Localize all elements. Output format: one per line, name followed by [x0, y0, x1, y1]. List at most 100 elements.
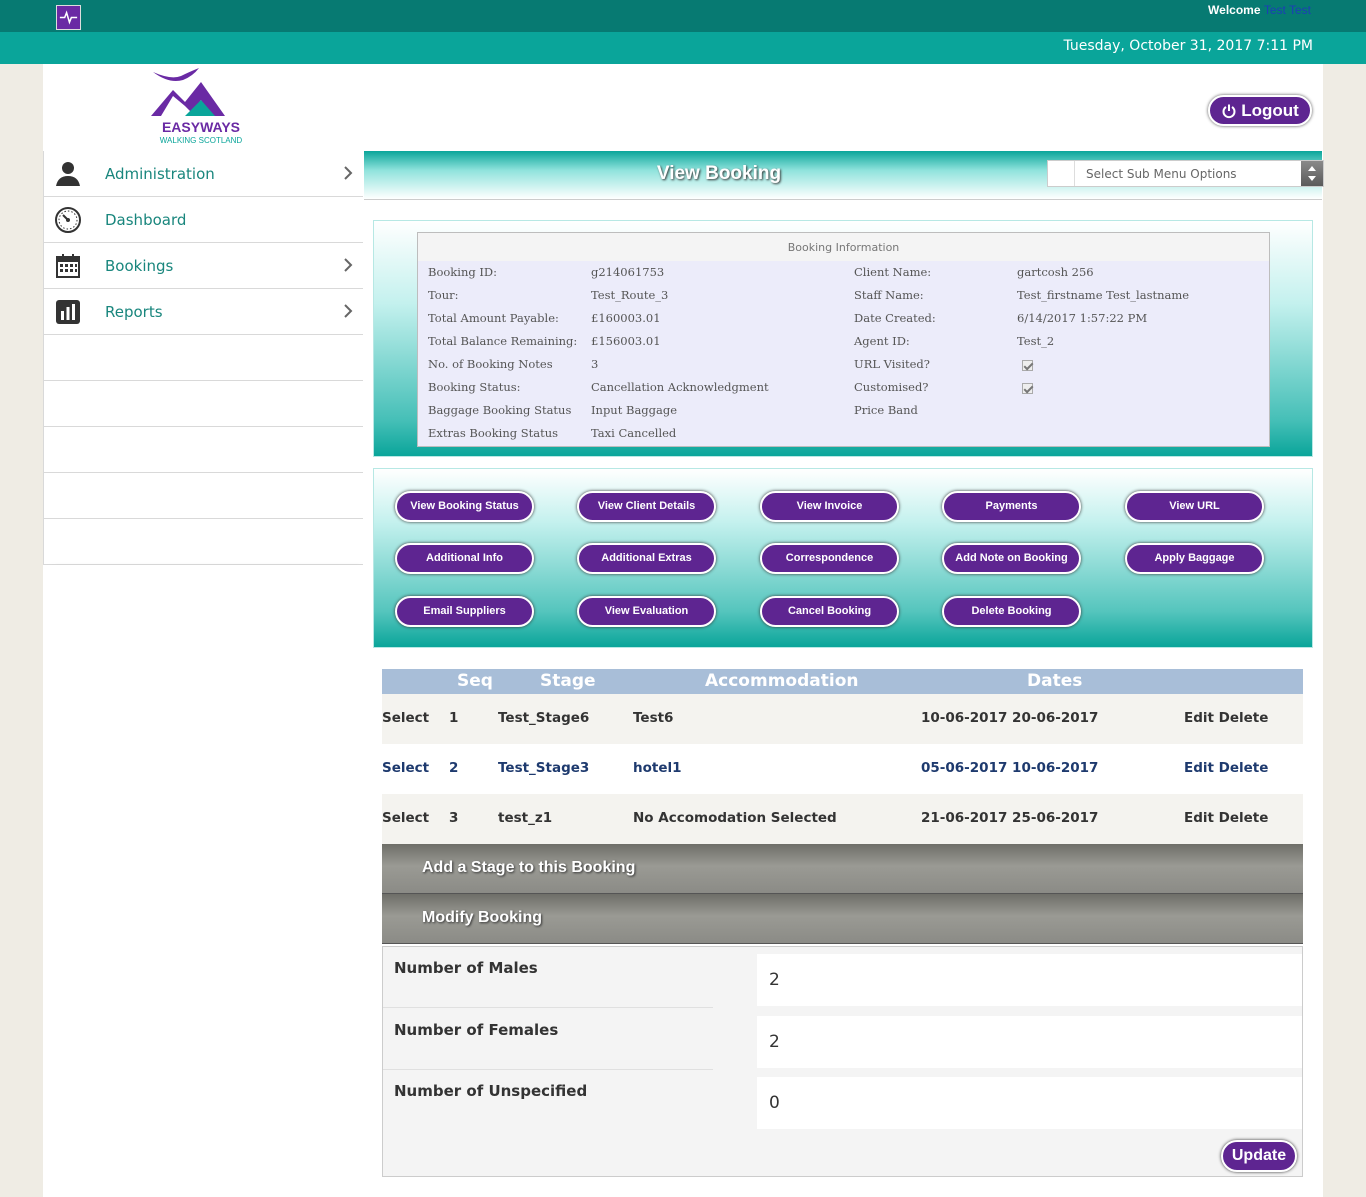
- view-url-button[interactable]: View URL: [1125, 491, 1264, 522]
- datetime: Tuesday, October 31, 2017 7:11 PM: [1063, 38, 1313, 54]
- edit-delete-links[interactable]: Edit Delete: [1184, 760, 1268, 776]
- info-row: Staff Name: Test_firstname Test_lastname: [418, 288, 1271, 306]
- info-value: gartcosh 256: [1017, 265, 1094, 279]
- sidebar-filler: [43, 565, 363, 1197]
- info-row: Date Created: 6/14/2017 1:57:22 PM: [418, 311, 1271, 329]
- calendar-icon: [53, 251, 83, 281]
- cancel-booking-button[interactable]: Cancel Booking: [760, 596, 899, 627]
- customised-checkbox[interactable]: [1022, 383, 1033, 394]
- info-row: Client Name: gartcosh 256: [418, 265, 1271, 283]
- url-visited-checkbox[interactable]: [1022, 360, 1033, 371]
- additional-extras-button[interactable]: Additional Extras: [577, 543, 716, 574]
- accommodation-cell: hotel1: [633, 760, 682, 776]
- svg-text:EASYWAYS: EASYWAYS: [162, 119, 240, 135]
- sidebar-item-label: Administration: [105, 164, 215, 183]
- submenu-left: [1048, 161, 1075, 186]
- select-link[interactable]: Select: [382, 760, 429, 776]
- dates-cell: 10-06-2017 20-06-2017: [921, 710, 1099, 726]
- info-label: Client Name:: [854, 265, 932, 279]
- unspecified-field[interactable]: [757, 1077, 1302, 1129]
- unspecified-label: Number of Unspecified: [394, 1082, 588, 1100]
- sidebar-empty-item: [43, 519, 363, 565]
- submenu-placeholder: Select Sub Menu Options: [1086, 167, 1237, 181]
- chevron-right-icon: [344, 304, 353, 318]
- females-field[interactable]: [757, 1016, 1302, 1068]
- info-row: Customised?: [418, 380, 1271, 398]
- males-field[interactable]: [757, 954, 1302, 1006]
- accommodation-cell: No Accomodation Selected: [633, 810, 837, 826]
- modify-booking-form: Number of Males Number of Females Number…: [382, 946, 1303, 1177]
- update-button[interactable]: Update: [1221, 1140, 1297, 1172]
- sidebar-empty-item: [43, 381, 363, 427]
- pulse-icon[interactable]: [56, 5, 81, 30]
- info-label: Extras Booking Status: [428, 426, 559, 440]
- accommodation-cell: Test6: [633, 710, 674, 726]
- dashboard-icon: [53, 205, 83, 235]
- stage-cell: test_z1: [498, 810, 553, 826]
- add-stage-bar[interactable]: Add a Stage to this Booking: [382, 844, 1303, 894]
- select-link[interactable]: Select: [382, 810, 429, 826]
- view-evaluation-button[interactable]: View Evaluation: [577, 596, 716, 627]
- stage-table: Seq Stage Accommodation Dates Select 1 Tes…: [382, 669, 1303, 944]
- sidebar-item-dashboard[interactable]: Dashboard: [43, 197, 363, 243]
- welcome-text: Welcome Test Test: [1208, 3, 1311, 17]
- seq-cell: 1: [449, 710, 459, 726]
- females-label: Number of Females: [394, 1021, 559, 1039]
- info-row: Extras Booking Status Taxi Cancelled: [418, 426, 1271, 444]
- table-row: Select 1 Test_Stage6 Test6 10-06-2017 20-06-…: [382, 694, 1303, 744]
- view-booking-status-button[interactable]: View Booking Status: [395, 491, 534, 522]
- info-value: Test_2: [1017, 334, 1055, 348]
- page-title: View Booking: [656, 163, 782, 184]
- edit-delete-links[interactable]: Edit Delete: [1184, 710, 1268, 726]
- dates-cell: 21-06-2017 25-06-2017: [921, 810, 1099, 826]
- booking-info-title: Booking Information: [418, 233, 1269, 261]
- info-label: Customised?: [854, 380, 929, 394]
- power-icon: [1222, 104, 1236, 118]
- info-row: Price Band: [418, 403, 1271, 421]
- view-invoice-button[interactable]: View Invoice: [760, 491, 899, 522]
- chevron-right-icon: [344, 166, 353, 180]
- sidebar-item-administration[interactable]: Administration: [43, 151, 363, 197]
- info-label: Agent ID:: [854, 334, 910, 348]
- modify-booking-bar[interactable]: Modify Booking: [382, 894, 1303, 944]
- sidebar-item-label: Dashboard: [105, 210, 187, 229]
- header-dates: Dates: [1027, 671, 1083, 691]
- top-bar: Welcome Test Test: [0, 0, 1366, 32]
- email-suppliers-button[interactable]: Email Suppliers: [395, 596, 534, 627]
- sidebar: Administration Dashboard Bookings Report…: [43, 151, 363, 1197]
- stage-cell: Test_Stage3: [498, 760, 590, 776]
- date-bar: Tuesday, October 31, 2017 7:11 PM: [0, 32, 1366, 64]
- delete-booking-button[interactable]: Delete Booking: [942, 596, 1081, 627]
- user-icon: [53, 159, 83, 189]
- select-link[interactable]: Select: [382, 710, 429, 726]
- sidebar-empty-item: [43, 473, 363, 519]
- logout-button[interactable]: Logout: [1208, 95, 1312, 126]
- header-seq: Seq: [457, 671, 493, 691]
- payments-button[interactable]: Payments: [942, 491, 1081, 522]
- correspondence-button[interactable]: Correspondence: [760, 543, 899, 574]
- sidebar-item-bookings[interactable]: Bookings: [43, 243, 363, 289]
- sidebar-item-label: Reports: [105, 302, 163, 321]
- view-client-details-button[interactable]: View Client Details: [577, 491, 716, 522]
- welcome-user[interactable]: Test Test: [1264, 3, 1311, 17]
- header-accommodation: Accommodation: [705, 671, 859, 691]
- additional-info-button[interactable]: Additional Info: [395, 543, 534, 574]
- submenu-select[interactable]: Select Sub Menu Options: [1047, 160, 1324, 187]
- divider: [383, 1007, 713, 1008]
- table-row: Select 3 test_z1 No Accomodation Selected 21…: [382, 794, 1303, 844]
- booking-info-panel: Booking Information Booking ID: g21406175…: [373, 220, 1313, 457]
- info-label: Price Band: [854, 403, 918, 417]
- dates-cell: 05-06-2017 10-06-2017: [921, 760, 1099, 776]
- stage-table-header: Seq Stage Accommodation Dates: [382, 669, 1303, 694]
- updown-arrows-icon[interactable]: [1301, 161, 1323, 186]
- info-row: URL Visited?: [418, 357, 1271, 375]
- sidebar-item-reports[interactable]: Reports: [43, 289, 363, 335]
- divider: [383, 1069, 713, 1070]
- sidebar-empty-item: [43, 335, 363, 381]
- sidebar-empty-item: [43, 427, 363, 473]
- add-note-on-booking-button[interactable]: Add Note on Booking: [942, 543, 1081, 574]
- header: EASYWAYS WALKING SCOTLAND Logout: [43, 64, 1323, 151]
- edit-delete-links[interactable]: Edit Delete: [1184, 810, 1268, 826]
- apply-baggage-button[interactable]: Apply Baggage: [1125, 543, 1264, 574]
- seq-cell: 3: [449, 810, 459, 826]
